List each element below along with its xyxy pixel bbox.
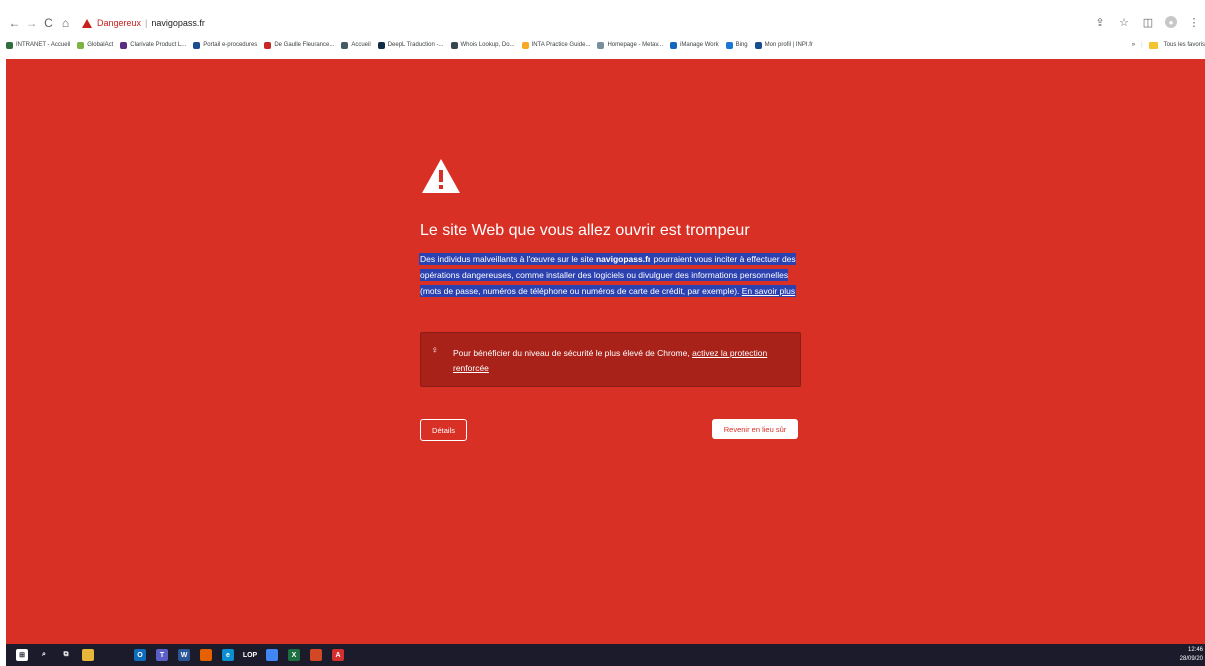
bookmark-label: DeepL Traduction -... (387, 42, 444, 48)
bookmark-item[interactable]: Clarivate Product L... (120, 41, 187, 49)
bookmark-favicon-icon (193, 41, 201, 49)
bookmark-favicon-icon (377, 41, 385, 49)
chrome-icon[interactable] (266, 649, 278, 661)
bookmark-label: iManage Work (680, 42, 719, 48)
forward-button[interactable]: → (23, 15, 40, 31)
bookmark-item[interactable]: De Gaulle Fleurance... (264, 41, 335, 49)
bookmark-item[interactable]: Portail e-procedures (193, 41, 258, 49)
folder-icon (1148, 41, 1158, 49)
warning-description: Des individus malveillants à l'œuvre sur… (420, 251, 805, 299)
acrobat-icon[interactable]: A (332, 649, 344, 661)
enhanced-protection-text: Pour bénéficier du niveau de sécurité le… (453, 346, 773, 376)
firefox-icon[interactable] (200, 649, 212, 661)
enhanced-protection-box: ♀ Pour bénéficier du niveau de sécurité … (420, 332, 801, 387)
bookmark-favicon-icon (264, 41, 272, 49)
bookmark-item[interactable]: DeepL Traduction -... (377, 41, 444, 49)
clock-time: 12:46 (1187, 647, 1203, 653)
bookmark-favicon-icon (341, 41, 349, 49)
bookmark-item[interactable]: Accueil (341, 41, 371, 49)
toolbar-right-icons: ⇪ ☆ ◫ ● ⋮ (1093, 15, 1201, 29)
lightbulb-icon: ♀ (431, 345, 439, 356)
bookmark-favicon-icon (450, 41, 458, 49)
back-to-safety-button[interactable]: Revenir en lieu sûr (712, 419, 798, 439)
reload-button[interactable]: C (40, 15, 57, 31)
browser-toolbar: ← → C ⌂ Dangereux | navigopass.fr ⇪ ☆ ◫ … (6, 12, 1205, 34)
word-icon[interactable]: W (178, 649, 190, 661)
bookmark-item[interactable]: Homepage - Metav... (597, 41, 664, 49)
bookmarks-overflow-button[interactable]: » (1132, 42, 1135, 48)
bookmark-favicon-icon (754, 41, 762, 49)
windows-taskbar: ⊞ ⌕ ⧉ O T We LOP X A 12:46 28/09/20 (6, 644, 1205, 666)
bookmark-favicon-icon (725, 41, 733, 49)
bookmark-label: Clarivate Product L... (130, 42, 187, 48)
bookmark-label: INTRANET - Accueil (16, 42, 71, 48)
powerpoint-icon[interactable] (310, 649, 322, 661)
bookmark-favicon-icon (77, 41, 85, 49)
edge-icon[interactable]: e (222, 649, 234, 661)
browser-window: ← → C ⌂ Dangereux | navigopass.fr ⇪ ☆ ◫ … (6, 12, 1205, 666)
warning-triangle-icon (421, 158, 461, 194)
share-icon[interactable]: ⇪ (1093, 15, 1107, 29)
profile-icon[interactable]: ● (1165, 16, 1177, 28)
page-title: Le site Web que vous allez ouvrir est tr… (420, 222, 750, 239)
bookmark-label: Bing (735, 42, 748, 48)
bookmark-label: GlobalAct (87, 42, 114, 48)
all-bookmarks-button[interactable]: Tous les favoris (1164, 42, 1205, 48)
details-button[interactable]: Détails (420, 419, 467, 441)
star-icon[interactable]: ☆ (1117, 15, 1131, 29)
omnibox-separator: | (145, 18, 148, 28)
desc-site-name: navigopass.fr (595, 254, 652, 264)
security-status-label[interactable]: Dangereux (97, 18, 141, 28)
bookmarks-bar: INTRANET - Accueil GlobalAct Clarivate Pro… (6, 37, 1205, 53)
taskview-icon[interactable]: ⧉ (60, 649, 72, 661)
safe-browsing-interstitial: Le site Web que vous allez ouvrir est tr… (6, 59, 1205, 644)
bookmark-favicon-icon (670, 41, 678, 49)
search-icon[interactable]: ⌕ (38, 649, 50, 661)
clock-date: 28/09/20 (1179, 656, 1203, 662)
bookmark-item[interactable]: Bing (725, 41, 748, 49)
bookmark-item[interactable]: iManage Work (670, 41, 719, 49)
menu-icon[interactable]: ⋮ (1187, 15, 1201, 29)
desc-text-start: Des individus malveillants à l'œuvre sur… (420, 254, 596, 264)
file-explorer-icon[interactable] (82, 649, 94, 661)
bookmark-item[interactable]: Whois Lookup, Do... (450, 41, 515, 49)
bookmark-label: Whois Lookup, Do... (460, 42, 515, 48)
sidepanel-icon[interactable]: ◫ (1141, 15, 1155, 29)
bookmark-favicon-icon (521, 41, 529, 49)
windows-icon[interactable]: ⊞ (16, 649, 28, 661)
bookmarks-divider: | (1141, 42, 1143, 48)
bookmark-favicon-icon (6, 41, 13, 49)
bookmark-label: De Gaulle Fleurance... (274, 42, 335, 48)
bookmark-item[interactable]: GlobalAct (77, 41, 114, 49)
lop-icon[interactable]: LOP (243, 649, 257, 661)
bookmark-item[interactable]: Mon profil | INPI.fr (754, 41, 813, 49)
bookmark-label: Portail e-procedures (203, 42, 258, 48)
bookmark-item[interactable]: INTA Practice Guide... (521, 41, 591, 49)
bookmark-favicon-icon (120, 41, 128, 49)
bookmark-item[interactable]: INTRANET - Accueil (6, 41, 71, 49)
bookmark-label: Mon profil | INPI.fr (764, 42, 813, 48)
bookmark-label: Accueil (351, 42, 371, 48)
home-button[interactable]: ⌂ (57, 15, 74, 31)
back-button[interactable]: ← (6, 15, 23, 31)
address-bar[interactable]: Dangereux | navigopass.fr (82, 14, 205, 32)
excel-icon[interactable]: X (288, 649, 300, 661)
bookmark-favicon-icon (597, 41, 605, 49)
bookmark-label: Homepage - Metav... (607, 42, 664, 48)
bookmarks-right: » | Tous les favoris (1127, 37, 1205, 53)
bookmark-label: INTA Practice Guide... (531, 42, 591, 48)
system-clock[interactable]: 12:46 28/09/20 (1180, 646, 1203, 664)
danger-warning-icon (82, 18, 92, 28)
teams-icon[interactable]: T (156, 649, 168, 661)
info-text-start: Pour bénéficier du niveau de sécurité le… (453, 348, 693, 358)
url-text[interactable]: navigopass.fr (151, 18, 205, 28)
outlook-icon[interactable]: O (134, 649, 146, 661)
learn-more-link[interactable]: En savoir plus (741, 286, 796, 296)
